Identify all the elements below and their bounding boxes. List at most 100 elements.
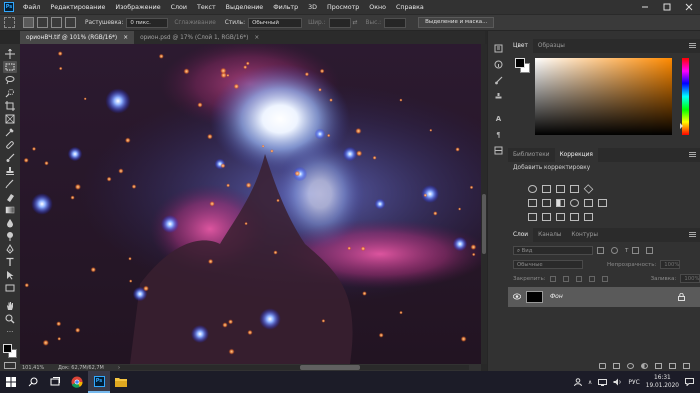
chevron-up-icon[interactable]: ∧ [588,379,592,386]
tab-orion-tif[interactable]: орионВЧ.tif @ 101% (RGB/16*) × [20,31,135,44]
blend-mode-select[interactable]: Обычные [513,260,583,269]
brush-settings-icon[interactable] [492,75,505,86]
close-icon[interactable]: × [254,35,259,41]
posterize-icon[interactable] [542,213,551,221]
tab-swatches[interactable]: Образцы [533,39,570,53]
tab-color[interactable]: Цвет [508,39,533,53]
frame-tool[interactable] [3,113,17,125]
filter-pixel-icon[interactable] [597,247,604,254]
color-lookup-icon[interactable] [598,199,607,207]
add-selection-icon[interactable] [37,17,48,28]
close-button[interactable] [678,0,700,14]
photo-filter-icon[interactable] [570,199,579,207]
crop-tool[interactable] [3,100,17,112]
opacity-input[interactable]: 100% [660,260,681,269]
tab-orion-psd[interactable]: орион.psd @ 17% (Слой 1, RGB/16*) × [134,31,265,44]
gradient-map-icon[interactable] [584,213,593,221]
explorer-taskbar-button[interactable] [110,371,132,393]
add-mask-icon[interactable] [627,363,634,369]
tab-layers[interactable]: Слои [508,228,534,242]
fill-input[interactable]: 100% [680,274,700,283]
type-tool[interactable] [3,256,17,268]
new-group-icon[interactable] [655,363,662,369]
selective-color-icon[interactable] [570,213,579,221]
filter-kind-select[interactable]: ⌕ Вид [513,246,593,255]
marquee-preset-icon[interactable] [4,17,15,28]
photoshop-taskbar-button[interactable]: Ps [88,371,110,393]
vibrance-icon[interactable] [583,184,594,194]
new-selection-icon[interactable] [23,17,34,28]
hand-tool[interactable] [3,300,17,312]
menu-layer[interactable]: Слои [166,4,192,11]
network-icon[interactable] [598,378,608,386]
search-button[interactable] [22,371,44,393]
levels-icon[interactable] [542,185,551,193]
eye-icon[interactable] [513,293,521,300]
close-icon[interactable]: × [123,35,128,41]
menu-filter[interactable]: Фильтр [268,4,303,11]
dodge-tool[interactable] [3,230,17,242]
menu-select[interactable]: Выделение [221,4,269,11]
blur-tool[interactable] [3,217,17,229]
color-balance-icon[interactable] [542,199,551,207]
exposure-icon[interactable] [570,185,579,193]
menu-file[interactable]: Файл [18,4,45,11]
width-input[interactable] [328,17,351,28]
rectangle-tool[interactable] [3,282,17,294]
clone-stamp-tool[interactable] [3,165,17,177]
style-select[interactable]: Обычный [248,17,303,28]
move-tool[interactable] [3,48,17,60]
lock-pixels-icon[interactable] [562,275,569,282]
link-layers-icon[interactable] [599,363,606,369]
language-indicator[interactable]: РУС [628,379,639,386]
more-tools[interactable]: ··· [3,326,17,338]
lock-all-icon[interactable] [601,275,608,282]
panel-menu-icon[interactable] [689,232,696,237]
new-layer-icon[interactable] [669,363,676,369]
notification-icon[interactable] [685,378,694,386]
color-picker-field[interactable] [535,58,672,135]
quick-mask-icon[interactable] [4,362,16,369]
channel-mixer-icon[interactable] [584,199,593,207]
invert-icon[interactable] [528,213,537,221]
black-white-icon[interactable] [556,199,565,207]
tab-adjustments[interactable]: Коррекция [554,148,598,162]
maximize-button[interactable] [656,0,678,14]
threshold-icon[interactable] [556,213,565,221]
menu-window[interactable]: Окно [364,4,391,11]
clock[interactable]: 16:31 19.01.2020 [646,374,679,390]
menu-image[interactable]: Изображение [110,4,165,11]
document-canvas[interactable] [20,44,481,364]
lock-artboard-icon[interactable] [588,275,595,282]
menu-3d[interactable]: 3D [303,4,322,11]
panel-menu-icon[interactable] [689,43,696,48]
lasso-tool[interactable] [3,74,17,86]
scroll-thumb[interactable] [482,194,486,254]
eyedropper-tool[interactable] [3,126,17,138]
character-icon[interactable]: A [492,113,505,124]
scroll-thumb[interactable] [300,365,360,370]
history-icon[interactable] [492,43,505,54]
tab-paths[interactable]: Контуры [566,228,603,242]
lock-position-icon[interactable] [575,275,582,282]
menu-edit[interactable]: Редактирование [45,4,110,11]
hue-saturation-icon[interactable] [528,199,537,207]
task-view-button[interactable] [44,371,66,393]
antialias-label[interactable]: Сглаживание [174,20,215,26]
layer-name[interactable]: Фон [550,293,563,300]
healing-brush-tool[interactable] [3,139,17,151]
filter-smart-object-icon[interactable] [646,247,654,254]
menu-view[interactable]: Просмотр [322,4,364,11]
brightness-icon[interactable] [528,185,537,193]
delete-layer-icon[interactable] [683,363,690,369]
glyphs-icon[interactable] [492,145,505,156]
person-icon[interactable] [573,378,582,386]
intersect-selection-icon[interactable] [65,17,76,28]
clone-source-icon[interactable] [492,91,505,102]
swap-icon[interactable]: ⇄ [353,19,358,26]
info-icon[interactable] [492,59,505,70]
zoom-level[interactable]: 101,41% [20,365,58,371]
layer-row-background[interactable]: Фон [508,287,700,307]
new-adjustment-icon[interactable] [641,363,648,369]
eraser-tool[interactable] [3,191,17,203]
